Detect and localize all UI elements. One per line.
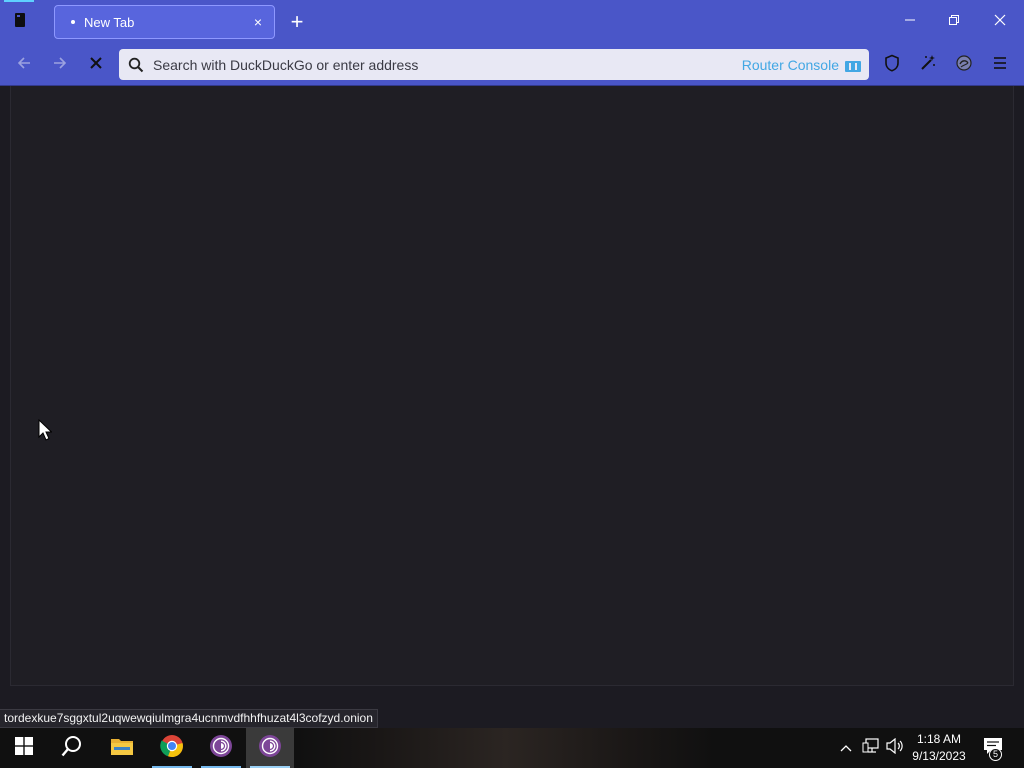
tab-accent-line — [4, 0, 34, 2]
link-status-bar: tordexkue7sggxtul2uqwewqiulmgra4ucnmvdfh… — [0, 709, 378, 728]
taskbar-clock[interactable]: 1:18 AM 9/13/2023 — [906, 731, 972, 765]
mouse-pointer-icon — [38, 418, 53, 446]
tab-loading-dot — [71, 20, 75, 24]
app-menu-button[interactable] — [986, 51, 1014, 79]
taskbar-file-explorer[interactable] — [98, 728, 146, 768]
windows-taskbar: 1:18 AM 9/13/2023 5 — [0, 728, 1024, 768]
new-identity-button[interactable] — [914, 51, 942, 79]
action-center-button[interactable]: 5 — [978, 728, 1008, 768]
tab-list-icon — [13, 12, 27, 33]
security-level-button[interactable] — [878, 51, 906, 79]
stop-x-icon — [89, 56, 103, 75]
tab-title: New Tab — [84, 14, 135, 30]
tab-bar: New Tab × + — [0, 0, 1024, 44]
new-tab-button[interactable]: + — [284, 8, 310, 36]
plus-icon: + — [290, 9, 304, 34]
clock-date: 9/13/2023 — [912, 749, 966, 763]
forward-button[interactable] — [46, 51, 74, 79]
network-status-button[interactable] — [860, 728, 882, 768]
folder-icon — [110, 736, 134, 761]
clock-time: 1:18 AM — [916, 732, 962, 746]
address-bar[interactable]: Search with DuckDuckGo or enter address … — [119, 49, 869, 80]
shield-icon — [884, 54, 900, 77]
restore-icon — [948, 13, 960, 31]
window-close-button[interactable] — [986, 8, 1014, 36]
search-icon — [61, 735, 83, 762]
hamburger-icon — [992, 56, 1008, 75]
chrome-icon — [160, 734, 184, 763]
tor-browser-icon — [209, 734, 233, 763]
tab-close-button[interactable]: × — [250, 14, 266, 30]
taskbar-tor-browser[interactable] — [197, 728, 245, 768]
magic-wand-icon — [919, 54, 937, 77]
page-content-area[interactable] — [10, 86, 1014, 686]
speaker-icon — [886, 737, 904, 759]
notification-count-badge: 5 — [989, 748, 1002, 761]
chevron-up-icon — [840, 739, 852, 757]
arrow-right-icon — [52, 55, 68, 76]
address-bar-placeholder: Search with DuckDuckGo or enter address — [153, 56, 419, 73]
volume-button[interactable] — [884, 728, 906, 768]
taskbar-wallpaper-showthrough — [296, 728, 716, 768]
router-console-icon[interactable] — [845, 58, 861, 72]
taskbar-chrome[interactable] — [148, 728, 196, 768]
arrow-left-icon — [16, 55, 32, 76]
network-icon — [862, 737, 880, 759]
window-minimize-button[interactable] — [896, 8, 924, 36]
minimize-icon — [904, 13, 916, 31]
router-console-label[interactable]: Router Console — [742, 57, 839, 73]
tor-circuit-icon — [955, 54, 973, 77]
close-icon — [994, 13, 1006, 31]
taskbar-search-button[interactable] — [48, 728, 96, 768]
tab-new-tab[interactable]: New Tab × — [54, 5, 275, 39]
stop-loading-button[interactable] — [82, 51, 110, 79]
magnifier-icon — [119, 57, 153, 73]
tor-circuit-button[interactable] — [950, 51, 978, 79]
tab-list-button[interactable] — [6, 8, 34, 36]
navigation-toolbar: Search with DuckDuckGo or enter address … — [0, 44, 1024, 86]
window-restore-button[interactable] — [940, 8, 968, 36]
taskbar-tor-browser-active[interactable] — [246, 728, 294, 768]
show-hidden-icons-button[interactable] — [836, 728, 856, 768]
back-button[interactable] — [10, 51, 38, 79]
windows-logo-icon — [15, 736, 33, 760]
start-button[interactable] — [0, 728, 48, 768]
tor-browser-icon — [258, 734, 282, 763]
